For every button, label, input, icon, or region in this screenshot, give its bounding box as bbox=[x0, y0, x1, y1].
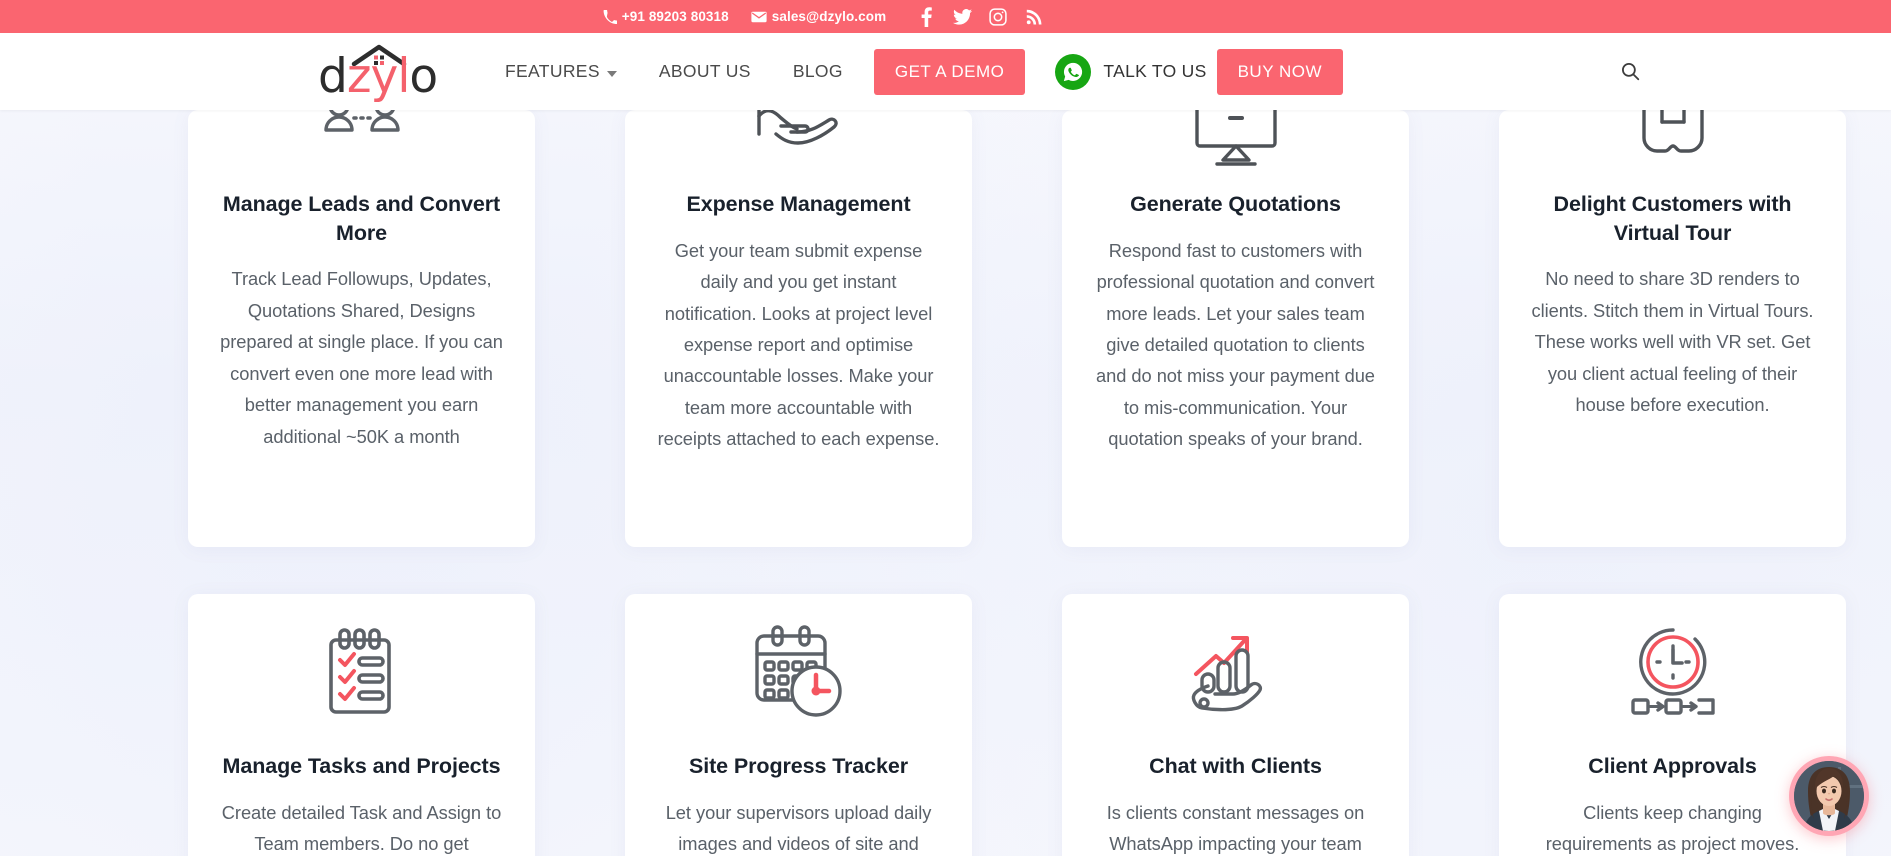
feature-card-chat-with-clients[interactable]: Chat with Clients Is clients constant me… bbox=[1062, 594, 1409, 856]
chevron-down-icon bbox=[606, 70, 617, 77]
logo-part-o: o bbox=[409, 49, 438, 104]
nav-label-about-us: ABOUT US bbox=[658, 61, 751, 81]
card-body: Is clients constant messages on WhatsApp… bbox=[1106, 801, 1365, 855]
card-body: Get your team submit expense daily and y… bbox=[657, 239, 940, 450]
phone-contact[interactable]: +91 89203 80318 bbox=[603, 9, 729, 24]
card-title: Generate Quotations bbox=[1130, 192, 1341, 216]
growth-chart-hand-icon bbox=[1092, 612, 1379, 732]
nav-label-features: FEATURES bbox=[505, 61, 600, 81]
feature-card-expense-management[interactable]: Expense Management Get your team submit … bbox=[625, 102, 972, 547]
checklist-icon bbox=[218, 612, 505, 732]
email-address: sales@dzylo.com bbox=[771, 9, 887, 24]
chat-support-widget[interactable] bbox=[1789, 756, 1869, 836]
logo-part-zy: zy bbox=[346, 49, 398, 104]
card-title: Manage Leads and Convert More bbox=[222, 192, 501, 245]
card-body: Let your supervisors upload daily images… bbox=[665, 801, 932, 855]
facebook-icon[interactable] bbox=[908, 5, 944, 29]
main-navigation: FEATURES ABOUT US BLOG bbox=[484, 33, 864, 110]
social-links bbox=[908, 5, 1052, 29]
card-body: No need to share 3D renders to clients. … bbox=[1531, 268, 1814, 416]
logo-part-d: d bbox=[318, 49, 348, 104]
rss-icon[interactable] bbox=[1016, 5, 1052, 29]
support-agent-avatar bbox=[1794, 761, 1864, 831]
phone-number: +91 89203 80318 bbox=[621, 9, 729, 24]
card-body: Create detailed Task and Assign to Team … bbox=[221, 801, 502, 855]
nav-item-features[interactable]: FEATURES bbox=[484, 61, 638, 82]
card-body: Respond fast to customers with professio… bbox=[1096, 239, 1375, 450]
logo-part-l: l bbox=[397, 49, 410, 104]
phone-icon bbox=[603, 9, 617, 24]
clock-workflow-icon bbox=[1529, 612, 1816, 732]
site-logo[interactable]: dzylo bbox=[318, 42, 440, 102]
site-header: dzylo FEATURES ABOUT US BLOG GET A DEMO bbox=[0, 33, 1891, 110]
instagram-icon[interactable] bbox=[980, 5, 1016, 29]
feature-card-virtual-tour[interactable]: Delight Customers with Virtual Tour No n… bbox=[1499, 106, 1846, 547]
calendar-clock-icon bbox=[655, 612, 942, 732]
top-contact-bar: +91 89203 80318 sales@dzylo.com bbox=[0, 0, 1891, 33]
buy-now-button[interactable]: BUY NOW bbox=[1216, 48, 1344, 95]
card-title: Chat with Clients bbox=[1149, 754, 1322, 778]
card-title: Client Approvals bbox=[1588, 754, 1757, 778]
card-title: Manage Tasks and Projects bbox=[222, 754, 501, 778]
whatsapp-label: TALK TO US bbox=[1103, 61, 1207, 81]
get-a-demo-button[interactable]: GET A DEMO bbox=[873, 48, 1026, 95]
nav-item-blog[interactable]: BLOG bbox=[772, 61, 864, 82]
feature-card-generate-quotations[interactable]: Generate Quotations Respond fast to cust… bbox=[1062, 100, 1409, 547]
card-body: Track Lead Followups, Updates, Quotation… bbox=[220, 268, 503, 447]
card-title: Delight Customers with Virtual Tour bbox=[1553, 192, 1792, 245]
nav-label-blog: BLOG bbox=[792, 61, 843, 81]
twitter-icon[interactable] bbox=[944, 5, 980, 29]
page-root: +91 89203 80318 sales@dzylo.com dzylo FE… bbox=[0, 0, 1891, 856]
card-title: Expense Management bbox=[686, 192, 911, 216]
envelope-icon bbox=[751, 11, 767, 23]
feature-card-grid: Manage Leads and Convert More Track Lead… bbox=[188, 96, 1846, 856]
feature-card-site-progress[interactable]: Site Progress Tracker Let your superviso… bbox=[625, 594, 972, 856]
email-contact[interactable]: sales@dzylo.com bbox=[751, 9, 886, 24]
card-body: Clients keep changing requirements as pr… bbox=[1545, 801, 1800, 855]
nav-item-about-us[interactable]: ABOUT US bbox=[638, 61, 772, 82]
whatsapp-icon bbox=[1055, 53, 1092, 90]
whatsapp-talk-to-us[interactable]: TALK TO US bbox=[1055, 53, 1207, 90]
card-title: Site Progress Tracker bbox=[689, 754, 908, 778]
feature-card-manage-leads[interactable]: Manage Leads and Convert More Track Lead… bbox=[188, 96, 535, 547]
feature-card-manage-tasks[interactable]: Manage Tasks and Projects Create detaile… bbox=[188, 594, 535, 856]
search-icon[interactable] bbox=[1613, 55, 1647, 89]
